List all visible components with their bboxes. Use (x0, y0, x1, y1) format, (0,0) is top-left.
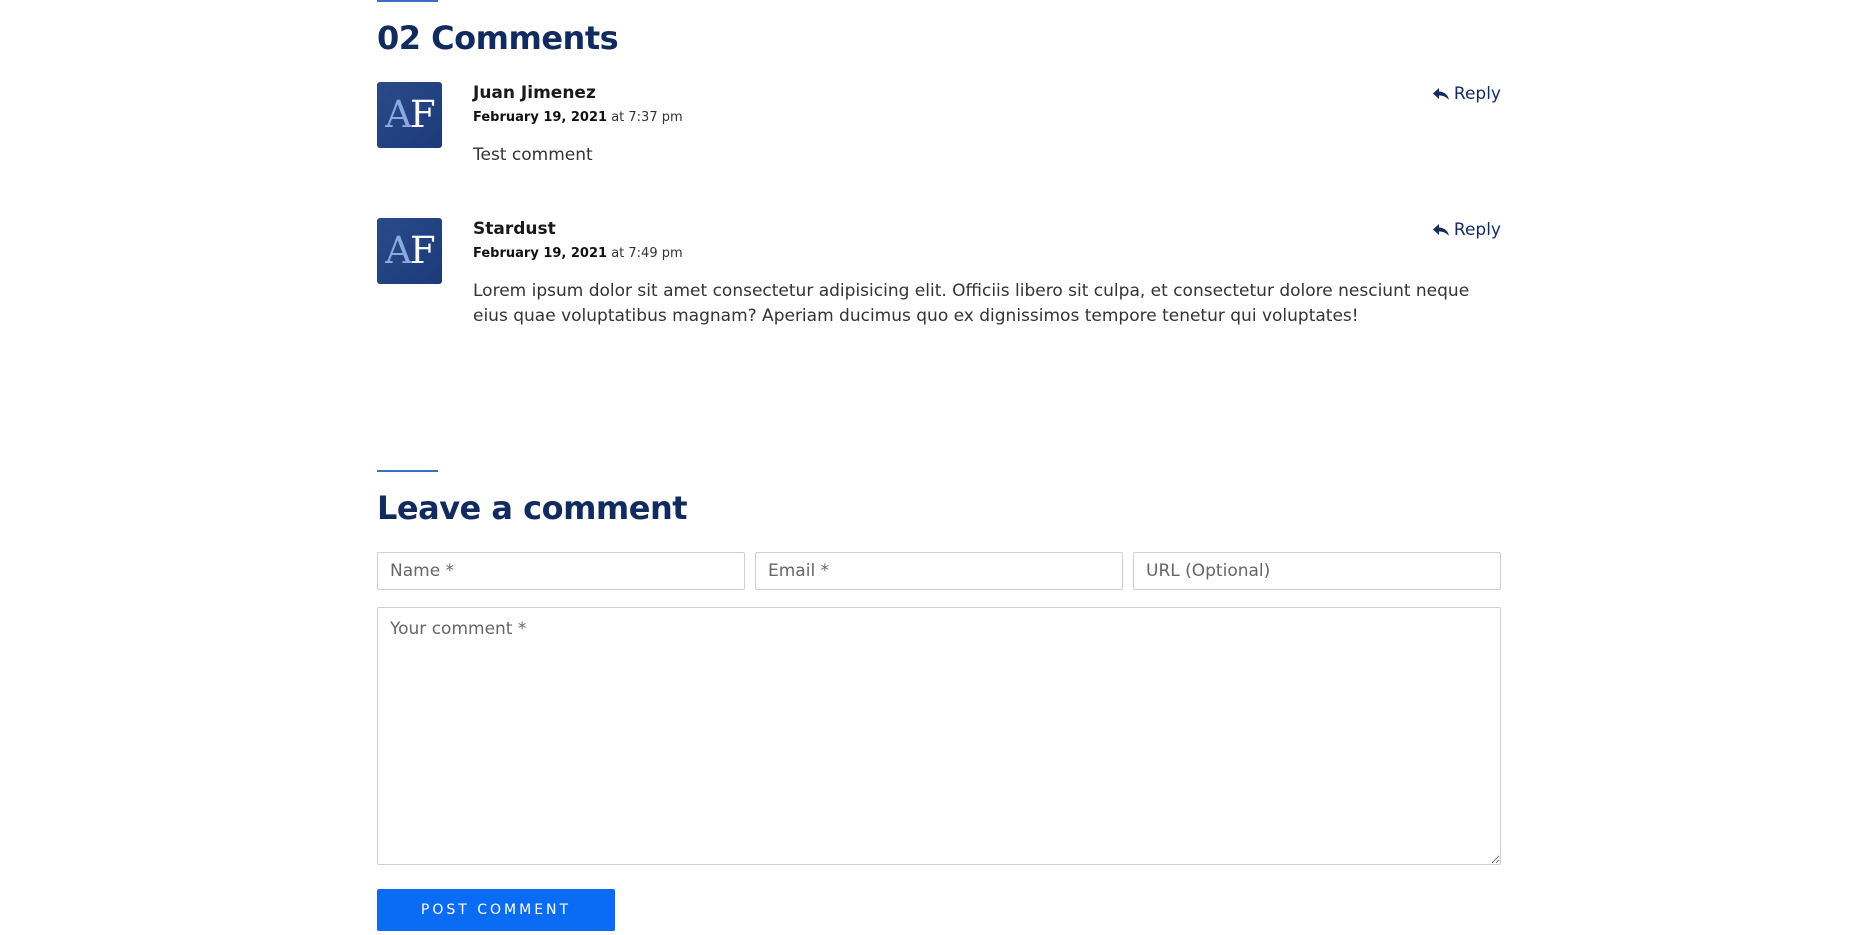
reply-button[interactable]: Reply (1432, 84, 1501, 104)
comment-text: Lorem ipsum dolor sit amet consectetur a… (473, 281, 1470, 326)
comment-date: February 19, 2021 at 7:37 pm (473, 109, 1501, 126)
comment-author: Stardust (473, 219, 556, 239)
post-comment-button[interactable]: POST COMMENT (377, 889, 615, 931)
comment-body: Stardust February 19, 2021 at 7:49 pm Lo… (473, 218, 1501, 329)
avatar-letter-a: A (385, 229, 412, 272)
name-input[interactable] (377, 552, 745, 590)
leave-comment-accent-line (377, 470, 438, 472)
comment-author: Juan Jimenez (473, 83, 596, 103)
comment-text: Test comment (473, 145, 593, 165)
avatar-letter-f: F (410, 229, 436, 272)
comment-body: Juan Jimenez February 19, 2021 at 7:37 p… (473, 82, 1501, 168)
leave-comment-title: Leave a comment (377, 489, 688, 527)
avatar: AF (377, 82, 442, 148)
comments-title: 02 Comments (377, 19, 619, 57)
avatar-letter-f: F (410, 93, 436, 136)
reply-button[interactable]: Reply (1432, 220, 1501, 240)
url-input[interactable] (1133, 552, 1501, 590)
reply-label: Reply (1453, 84, 1501, 104)
comment-date-day: February 19, 2021 (473, 110, 608, 125)
comment-date: February 19, 2021 at 7:49 pm (473, 245, 1501, 262)
comment-date-day: February 19, 2021 (473, 246, 608, 261)
reply-arrow-icon (1432, 224, 1449, 236)
comments-accent-line (377, 0, 438, 2)
avatar: AF (377, 218, 442, 284)
comment-date-time: at 7:37 pm (611, 110, 683, 125)
comment-item: AF Juan Jimenez February 19, 2021 at 7:3… (377, 82, 1501, 182)
reply-label: Reply (1453, 220, 1501, 240)
comment-item: AF Stardust February 19, 2021 at 7:49 pm… (377, 218, 1501, 348)
comment-textarea[interactable] (377, 607, 1501, 865)
email-input[interactable] (755, 552, 1123, 590)
comment-date-time: at 7:49 pm (611, 246, 683, 261)
avatar-letter-a: A (385, 93, 412, 136)
reply-arrow-icon (1432, 88, 1449, 100)
